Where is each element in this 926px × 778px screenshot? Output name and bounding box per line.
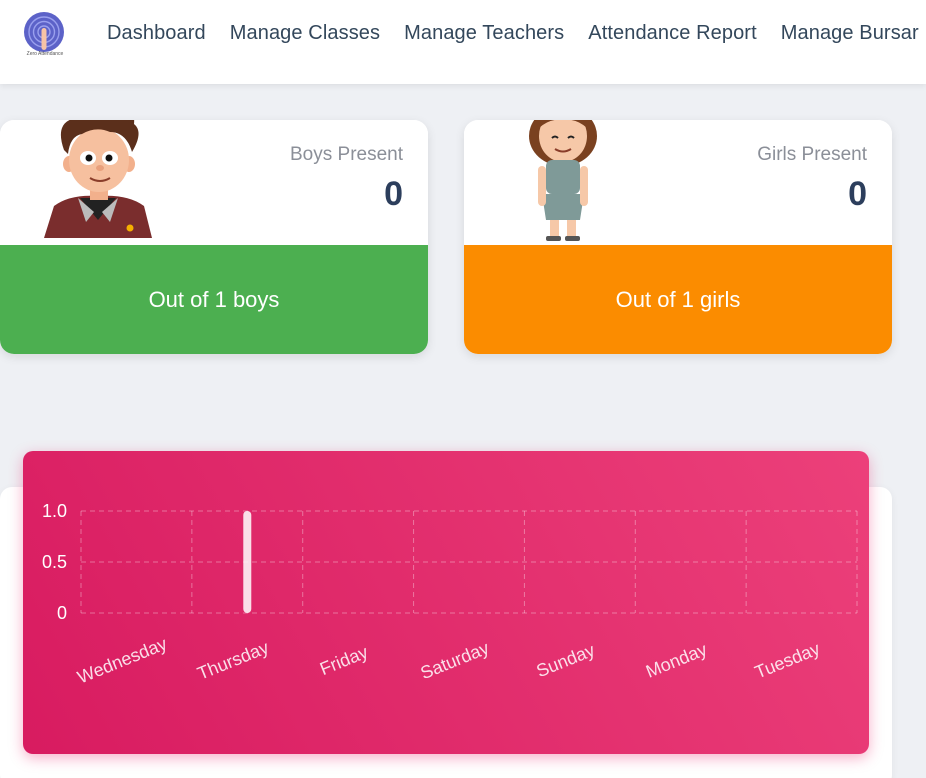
attendance-chart: 0 0.5 1.0 Wednesday Thursday Friday Saturday Su… <box>23 451 869 754</box>
boys-total-footer: Out of 1 boys <box>0 245 428 354</box>
x-tick-label: Wednesday <box>75 633 170 687</box>
chart-bar <box>243 511 252 613</box>
x-tick-label: Tuesday <box>752 638 823 682</box>
x-tick-label: Friday <box>317 642 371 679</box>
logo-text: Zero Attendance <box>26 51 64 57</box>
x-tick-label: Thursday <box>195 637 272 684</box>
boys-present-label: Boys Present <box>290 144 403 165</box>
nav-attendance-report[interactable]: Attendance Report <box>588 22 756 45</box>
boys-card-top: Boys Present 0 <box>0 120 428 245</box>
boy-avatar-icon <box>44 120 152 238</box>
boys-present-count: 0 <box>384 175 403 213</box>
nav-manage-teachers[interactable]: Manage Teachers <box>404 22 564 45</box>
girls-present-count: 0 <box>848 175 867 213</box>
navbar: Zero Attendance Dashboard Manage Classes… <box>0 0 926 84</box>
nav-manage-classes[interactable]: Manage Classes <box>230 22 380 45</box>
nav-menu: Dashboard Manage Classes Manage Teachers… <box>107 22 926 45</box>
nav-manage-bursar[interactable]: Manage Bursar <box>781 22 919 45</box>
x-tick-label: Sunday <box>534 640 598 681</box>
y-tick-label: 0 <box>57 603 67 623</box>
y-tick-label: 0.5 <box>42 552 67 572</box>
girl-avatar-icon <box>529 120 597 241</box>
boys-present-card: Boys Present 0 Out of 1 boys <box>0 120 428 354</box>
x-tick-label: Monday <box>643 639 710 682</box>
x-tick-label: Saturday <box>418 638 492 684</box>
attendance-bar-chart: 0 0.5 1.0 Wednesday Thursday Friday Saturday Su… <box>42 501 858 687</box>
girls-present-card: Girls Present 0 Out of 1 girls <box>464 120 892 354</box>
girls-total-footer: Out of 1 girls <box>464 245 892 354</box>
y-tick-label: 1.0 <box>42 501 67 521</box>
nav-dashboard[interactable]: Dashboard <box>107 22 206 45</box>
girls-card-top: Girls Present 0 <box>464 120 892 245</box>
girls-present-label: Girls Present <box>757 144 867 165</box>
